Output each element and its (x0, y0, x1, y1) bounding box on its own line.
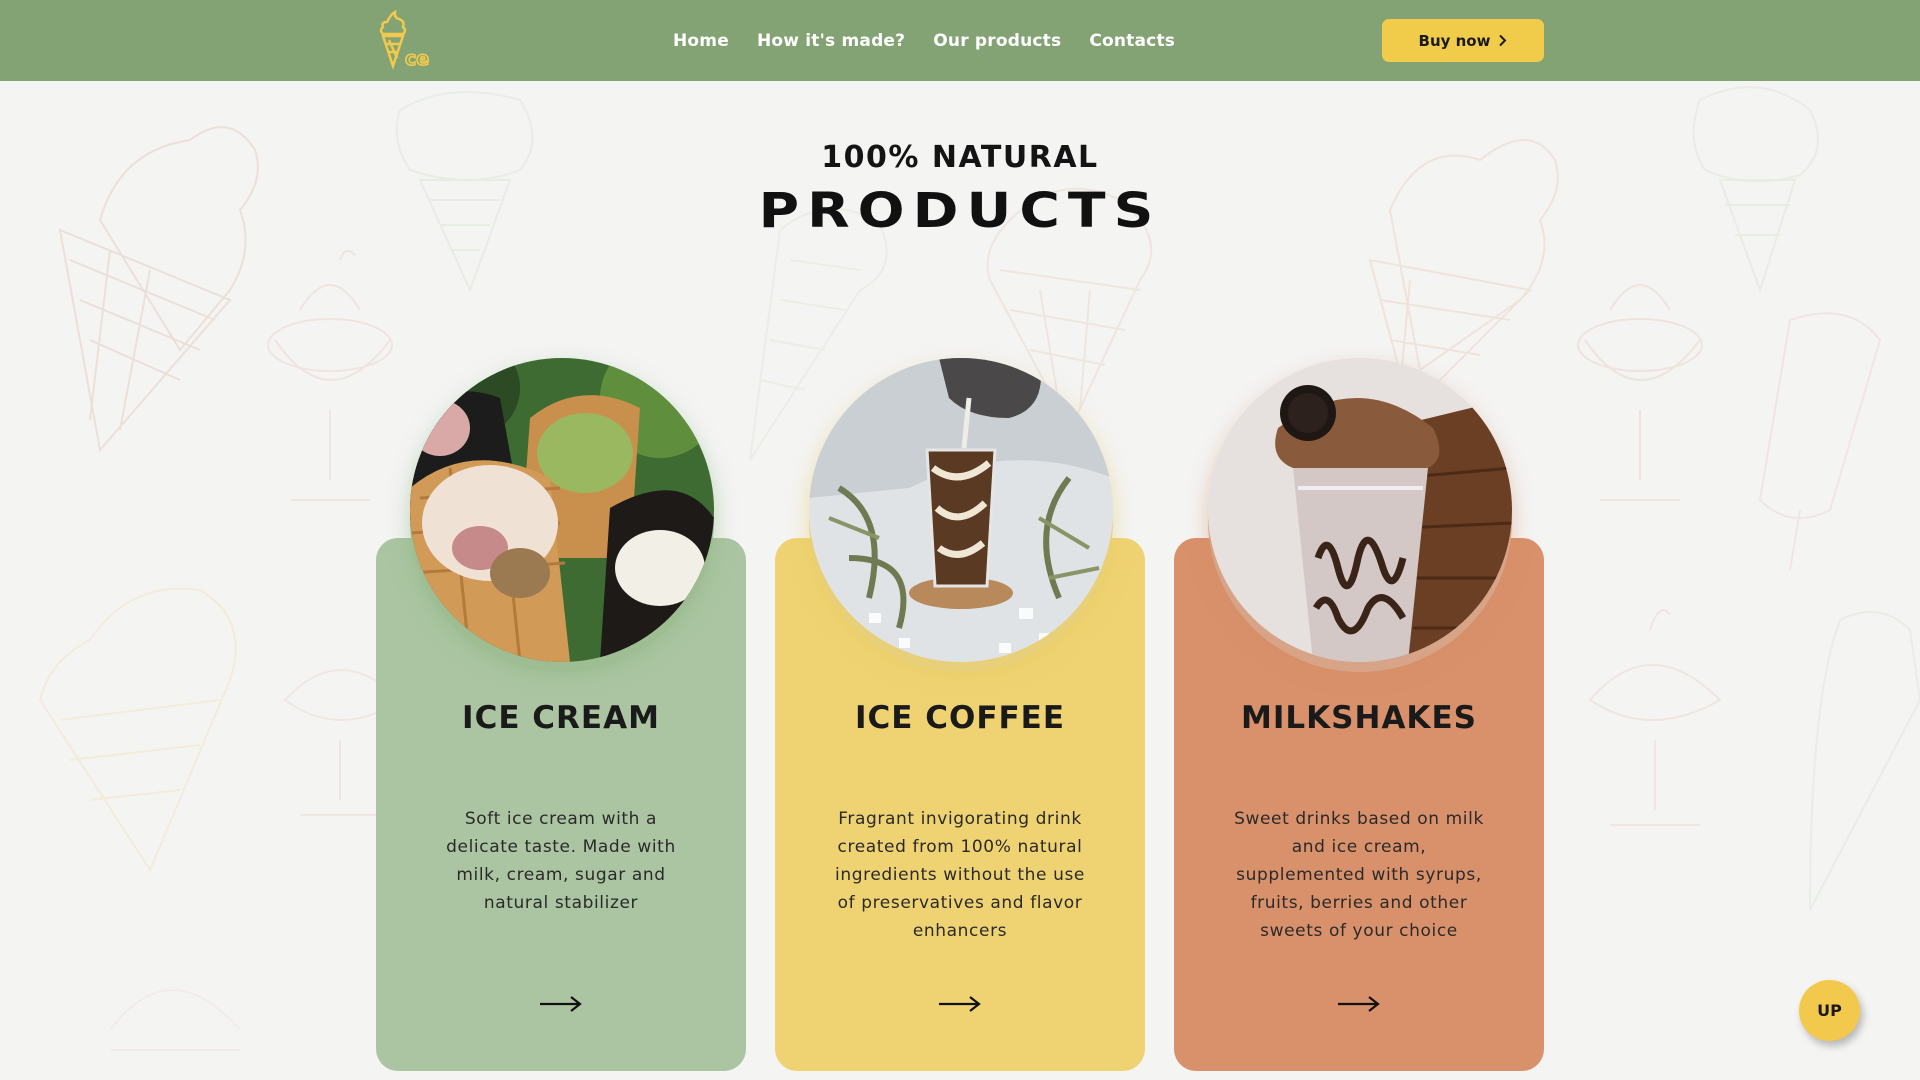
main-nav: Home How it's made? Our products Contact… (673, 0, 1175, 81)
section-subtitle: 100% NATURAL (821, 140, 1099, 175)
ice-cream-image (410, 358, 714, 662)
description-line: Fragrant invigorating drink (838, 809, 1082, 829)
top-navigation-bar: ce Home How it's made? Our products Cont… (0, 0, 1920, 81)
description-line: enhancers (912, 921, 1008, 941)
ice-coffee-image (809, 358, 1113, 662)
nav-link-contacts[interactable]: Contacts (1089, 31, 1175, 51)
description-line: delicate taste. Made with (446, 837, 676, 857)
description-line: and ice cream, (1291, 837, 1427, 857)
description-line: supplemented with syrups, (1236, 865, 1482, 885)
card-title-ice-cream: ICE CREAM (462, 700, 660, 736)
description-line: natural stabilizer (483, 893, 639, 913)
svg-text:ce: ce (405, 48, 429, 70)
description-line: Soft ice cream with a (464, 809, 658, 829)
card-description-ice-coffee: Fragrant invigorating drink created from… (775, 805, 1145, 945)
milkshake-image (1208, 358, 1512, 662)
nav-link-home[interactable]: Home (673, 31, 729, 51)
description-line: of preservatives and flavor (837, 893, 1083, 913)
card-description-ice-cream: Soft ice cream with a delicate taste. Ma… (376, 805, 746, 917)
card-title-ice-coffee: ICE COFFEE (854, 700, 1066, 736)
description-line: ingredients without the use (835, 865, 1085, 885)
chevron-right-icon (1499, 34, 1507, 47)
buy-now-button[interactable]: Buy now (1382, 19, 1544, 62)
section-title: PRODUCTS (758, 183, 1162, 239)
nav-link-how-its-made[interactable]: How it's made? (757, 31, 905, 51)
description-line: fruits, berries and other (1250, 893, 1468, 913)
buy-now-label: Buy now (1418, 31, 1491, 50)
nav-link-our-products[interactable]: Our products (933, 31, 1061, 51)
ice-cream-logo-icon[interactable]: ce (377, 10, 439, 70)
arrow-right-icon[interactable] (938, 994, 982, 1014)
card-description-milkshakes: Sweet drinks based on milk and ice cream… (1174, 805, 1544, 945)
scroll-up-button[interactable]: UP (1799, 980, 1860, 1041)
description-line: sweets of your choice (1260, 921, 1458, 941)
description-line: Sweet drinks based on milk (1234, 809, 1484, 829)
description-line: milk, cream, sugar and (456, 865, 666, 885)
arrow-right-icon[interactable] (1337, 994, 1381, 1014)
arrow-right-icon[interactable] (539, 994, 583, 1014)
description-line: created from 100% natural (837, 837, 1083, 857)
card-title-milkshakes: MILKSHAKES (1241, 700, 1477, 736)
